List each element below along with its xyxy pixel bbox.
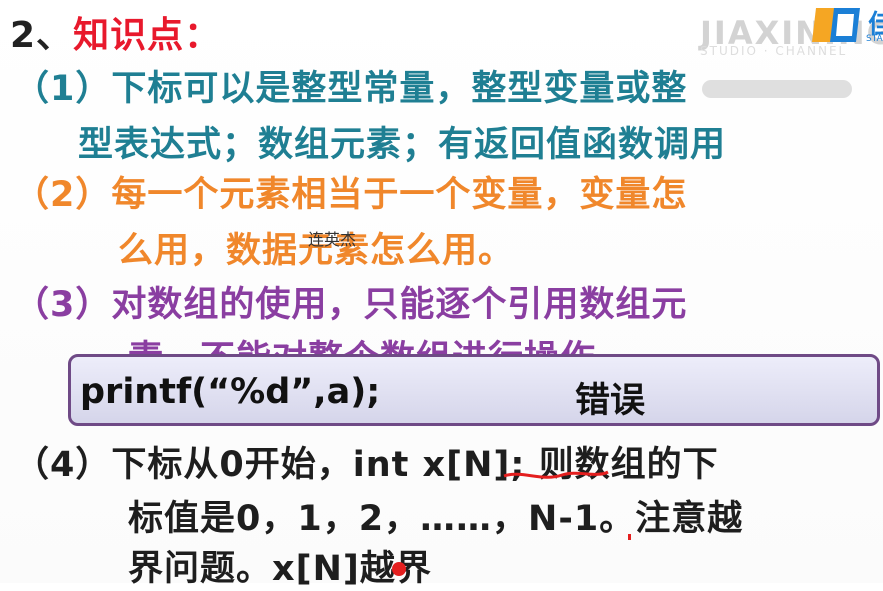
code-verdict: 错误 bbox=[575, 381, 646, 421]
red-underline-mark bbox=[503, 470, 609, 479]
code-statement: printf(“%d”,a); bbox=[80, 372, 381, 412]
point4-line2: 标值是0，1，2，……，N-1。注意越 bbox=[128, 499, 744, 539]
heading-title: 知识点： bbox=[73, 15, 222, 56]
overlay-name-text: 连英杰 bbox=[308, 230, 357, 249]
point3-line1: （3）对数组的使用，只能逐个引用数组元 bbox=[14, 285, 688, 325]
heading-number: 2、 bbox=[10, 15, 74, 56]
red-pointer-dot bbox=[392, 562, 406, 576]
point4-line1: （4）下标从0开始，int x[N]; 则数组的下 bbox=[14, 445, 719, 485]
section-heading: 2、知识点： bbox=[10, 6, 221, 58]
red-tick-mark bbox=[628, 534, 631, 540]
watermark-bar bbox=[702, 80, 852, 98]
logo-sub-text: STA bbox=[866, 34, 883, 44]
point4-line3: 界问题。x[N]越界 bbox=[128, 549, 432, 589]
point1-line2: 型表达式；数组元素；有返回值函数调用 bbox=[78, 125, 727, 165]
logo-icon bbox=[812, 8, 860, 42]
point1-line1: （1）下标可以是整型常量，整型变量或整 bbox=[14, 69, 688, 109]
channel-logo: 佳 STA bbox=[808, 2, 883, 48]
point2-line1: （2）每一个元素相当于一个变量，变量怎 bbox=[14, 175, 688, 215]
